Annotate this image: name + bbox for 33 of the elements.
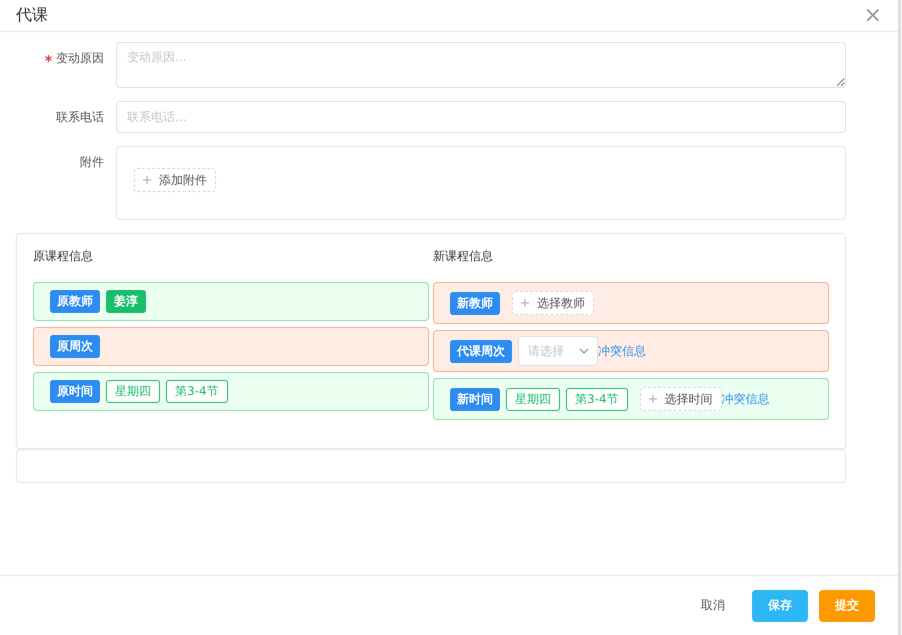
chevron-down-icon (579, 348, 589, 354)
field-tag: 原周次 (50, 335, 100, 358)
week-select[interactable]: 请选择 (518, 336, 598, 366)
time-tag: 星期四 (506, 388, 560, 410)
field-label: 联系电话 (56, 110, 104, 124)
field-tag: 原教师 (50, 290, 100, 313)
plus-icon (648, 395, 657, 403)
plus-icon (521, 299, 529, 307)
select-button[interactable]: 选择教师 (512, 291, 594, 315)
field-tag: 代课周次 (450, 340, 512, 362)
teacher-tag: 姜淳 (106, 290, 146, 313)
conflict-link[interactable]: 冲突信息 (722, 390, 770, 408)
cancel-button[interactable]: 取消 (685, 590, 741, 622)
section-title: 新课程信息 (433, 248, 494, 265)
time-tag: 星期四 (106, 380, 160, 403)
select-button[interactable]: 选择时间 (640, 387, 722, 411)
conflict-link[interactable]: 冲突信息 (598, 342, 646, 360)
close-button[interactable]: × (864, 4, 882, 26)
field-tag: 新时间 (450, 388, 500, 410)
phone-field[interactable]: 联系电话... (116, 101, 846, 133)
time-tag: 第3-4节 (166, 380, 228, 403)
save-button[interactable]: 保存 (752, 590, 808, 622)
add-attachment-button[interactable]: 添加附件 (134, 168, 216, 192)
reason-field[interactable]: 变动原因... (116, 42, 846, 88)
plus-icon (143, 176, 151, 184)
field-tag: 新教师 (450, 292, 500, 314)
time-tag: 第3-4节 (566, 388, 628, 410)
field-label: 附件 (80, 155, 104, 169)
dialog-title: 代课 (16, 5, 48, 26)
field-label: 变动原因 (56, 51, 104, 65)
field-tag: 原时间 (50, 380, 100, 403)
section-title: 原课程信息 (33, 248, 94, 265)
submit-button[interactable]: 提交 (819, 590, 875, 622)
